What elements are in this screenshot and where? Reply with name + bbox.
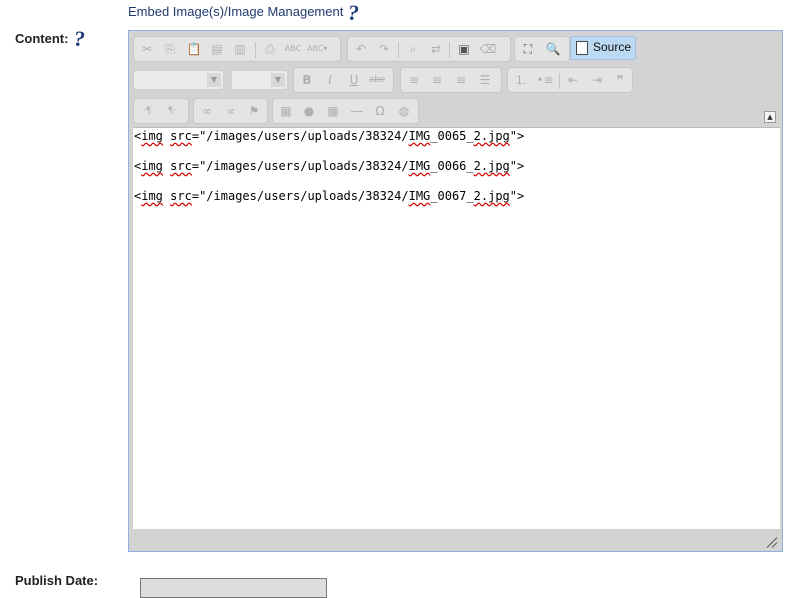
- source-button[interactable]: Source: [570, 36, 636, 60]
- select-all-icon[interactable]: ▣: [454, 40, 474, 58]
- horizontal-rule-icon[interactable]: ―: [347, 102, 367, 120]
- toolbar-row-3: ·¶ ¶· ∞ ∝ ⚑ ▦ ● ▦ ― Ω ◍: [133, 98, 783, 124]
- separator: [255, 42, 256, 58]
- remove-format-icon[interactable]: ⌫: [478, 40, 498, 58]
- font-size-select[interactable]: ▼: [231, 70, 288, 90]
- numbered-list-icon[interactable]: ⒈: [511, 71, 531, 89]
- copy-icon[interactable]: ⎘: [160, 40, 180, 58]
- clipboard-group: ✂ ⎘ 📋 ▤ ▥ ⎙ ABC ABC▾: [133, 36, 341, 62]
- strikethrough-icon[interactable]: abc: [367, 71, 387, 89]
- bidi-group: ·¶ ¶·: [133, 98, 189, 124]
- text-direction-ltr-icon[interactable]: ·¶: [137, 102, 157, 120]
- separator: [559, 73, 560, 89]
- bold-icon[interactable]: B: [297, 71, 317, 89]
- underline-icon[interactable]: U: [344, 71, 364, 89]
- embed-image-management-link[interactable]: Embed Image(s)/Image Management: [128, 4, 343, 19]
- anchor-flag-icon[interactable]: ⚑: [244, 102, 264, 120]
- blockquote-icon[interactable]: ❞: [610, 71, 630, 89]
- replace-icon[interactable]: ⇄: [426, 40, 446, 58]
- text-direction-rtl-icon[interactable]: ¶·: [162, 102, 182, 120]
- link-icon[interactable]: ∞: [197, 102, 217, 120]
- italic-icon[interactable]: I: [320, 71, 340, 89]
- special-character-icon[interactable]: Ω: [370, 102, 390, 120]
- undo-icon[interactable]: ↶: [351, 40, 371, 58]
- separator: [449, 42, 450, 58]
- bulleted-list-icon[interactable]: •≡: [535, 71, 555, 89]
- align-right-icon[interactable]: ≡: [451, 71, 471, 89]
- justify-icon[interactable]: ☰: [475, 71, 495, 89]
- tools-group: ⛶ 🔍: [514, 36, 570, 62]
- collapse-toolbar-button[interactable]: ▲: [764, 111, 776, 123]
- publish-date-input[interactable]: [140, 578, 327, 598]
- content-label: Content:: [15, 31, 69, 46]
- flash-icon[interactable]: ●: [299, 102, 319, 120]
- chevron-down-icon: ▼: [271, 73, 285, 87]
- toolbar-row-2: ▼ ▼ B I U abc ≡ ≡ ≡ ☰ ⒈ •≡ ⇤ ⇥ ❞: [133, 67, 783, 93]
- paste-icon[interactable]: 📋: [184, 40, 204, 58]
- rich-text-editor: ✂ ⎘ 📋 ▤ ▥ ⎙ ABC ABC▾ ↶ ↷ ⌕ ⇄ ▣ ⌫ ⛶ 🔍 Sou…: [128, 30, 783, 552]
- separator: [398, 42, 399, 58]
- align-left-icon[interactable]: ≡: [404, 71, 424, 89]
- basic-styles-group: B I U abc: [293, 67, 394, 93]
- source-line: <img src="/images/users/uploads/38324/IM…: [134, 129, 525, 143]
- outdent-icon[interactable]: ⇤: [563, 71, 583, 89]
- toolbar-row-1: ✂ ⎘ 📋 ▤ ▥ ⎙ ABC ABC▾ ↶ ↷ ⌕ ⇄ ▣ ⌫ ⛶ 🔍: [133, 36, 783, 62]
- paste-word-icon[interactable]: ▥: [230, 40, 250, 58]
- document-icon: [576, 41, 588, 55]
- indent-icon[interactable]: ⇥: [587, 71, 607, 89]
- iframe-icon[interactable]: ◍: [394, 102, 414, 120]
- content-help-icon[interactable]: ?: [74, 26, 85, 52]
- redo-icon[interactable]: ↷: [374, 40, 394, 58]
- maximize-icon[interactable]: ⛶: [518, 40, 538, 58]
- editing-group: ↶ ↷ ⌕ ⇄ ▣ ⌫: [347, 36, 511, 62]
- embed-help-icon[interactable]: ?: [348, 0, 359, 26]
- source-line: <img src="/images/users/uploads/38324/IM…: [134, 159, 525, 173]
- format-select[interactable]: ▼: [133, 70, 224, 90]
- align-center-icon[interactable]: ≡: [427, 71, 447, 89]
- chevron-down-icon: ▼: [207, 73, 221, 87]
- print-icon[interactable]: ⎙: [260, 40, 280, 58]
- spellcheck-as-you-type-icon[interactable]: ABC▾: [307, 40, 327, 58]
- spellcheck-icon[interactable]: ABC: [283, 40, 303, 58]
- lists-group: ⒈ •≡ ⇤ ⇥ ❞: [507, 67, 633, 93]
- source-button-label: Source: [593, 40, 632, 54]
- source-line: <img src="/images/users/uploads/38324/IM…: [134, 189, 525, 203]
- image-icon[interactable]: ▦: [276, 102, 296, 120]
- links-group: ∞ ∝ ⚑: [193, 98, 268, 124]
- unlink-icon[interactable]: ∝: [221, 102, 241, 120]
- resize-handle-icon[interactable]: [766, 536, 778, 548]
- alignment-group: ≡ ≡ ≡ ☰: [400, 67, 502, 93]
- paste-text-icon[interactable]: ▤: [207, 40, 227, 58]
- table-icon[interactable]: ▦: [323, 102, 343, 120]
- cut-icon[interactable]: ✂: [137, 40, 157, 58]
- preview-icon[interactable]: 🔍: [543, 40, 563, 58]
- source-text-area[interactable]: <img src="/images/users/uploads/38324/IM…: [133, 127, 780, 529]
- insert-group: ▦ ● ▦ ― Ω ◍: [272, 98, 419, 124]
- find-icon[interactable]: ⌕: [403, 40, 423, 58]
